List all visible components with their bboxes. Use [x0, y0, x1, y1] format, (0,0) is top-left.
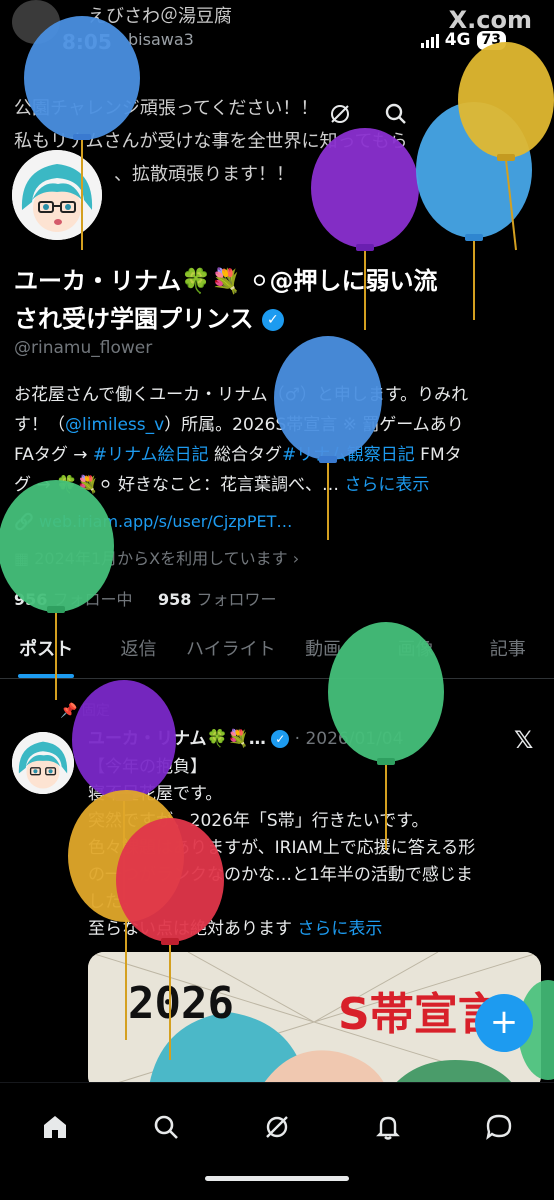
verified-badge-icon: ✓ — [271, 730, 290, 748]
profile-avatar[interactable] — [12, 150, 102, 240]
hashtag-link[interactable]: #リナム絵日記 — [93, 445, 209, 465]
nav-grok[interactable] — [249, 1099, 305, 1155]
profile-tabs: ポスト 返信 ハイライト 動画 画像 記事 — [0, 622, 554, 679]
followers-count: 958 — [157, 590, 192, 609]
network-label: 4G — [444, 30, 471, 50]
banner-avatar — [12, 0, 60, 44]
grok-button[interactable] — [322, 96, 358, 132]
compose-post-button[interactable]: + — [475, 994, 533, 1052]
post-line: 突然ですが、2026年「S帯」行きたいです。 — [88, 811, 429, 831]
post-line: 【今年の抱負】 — [88, 757, 207, 777]
post-line: した。 — [88, 892, 139, 912]
following-stat[interactable]: 956 フォロー中 — [14, 590, 133, 609]
status-time: 8:05 — [62, 30, 112, 54]
chevron-right-icon: › — [292, 549, 300, 568]
post-author[interactable]: ユーカ・リナム🍀💐… — [88, 729, 266, 749]
avatar-illustration — [12, 150, 102, 240]
messages-icon — [485, 1114, 511, 1140]
x-logo-icon: 𝕏 — [514, 726, 534, 754]
pinned-label: 固定 — [81, 703, 110, 719]
hashtag-link[interactable]: #リナム観察日記 — [282, 445, 415, 465]
home-indicator — [205, 1176, 349, 1181]
grok-icon — [266, 1116, 288, 1138]
profile-website[interactable]: 🔗 web.iriam.app/s/user/CjzpPET… — [14, 512, 292, 531]
bio-text: す！（ — [14, 415, 65, 435]
post-header: ユーカ・リナム🍀💐… ✓ · 2026/01/04 — [88, 728, 403, 750]
joined-text: 2024年1月からXを利用しています — [34, 549, 288, 568]
post-avatar[interactable] — [12, 732, 74, 794]
post-body: 【今年の抱負】 寝不足花屋です。 突然ですが、2026年「S帯」行きたいです。 … — [88, 754, 538, 943]
tab-images[interactable]: 画像 — [369, 622, 461, 678]
tab-posts[interactable]: ポスト — [0, 622, 92, 678]
verified-badge-icon[interactable]: ✓ — [261, 309, 284, 331]
nav-notifications[interactable] — [360, 1099, 416, 1155]
bio-text: 総合タグ — [208, 445, 283, 465]
tab-videos[interactable]: 動画 — [277, 622, 369, 678]
name-line: され受け学園プリンス — [14, 305, 254, 333]
following-count: 956 — [14, 590, 48, 609]
home-icon — [44, 1116, 67, 1138]
banner-handle: bisawa3 — [128, 30, 194, 49]
image-text-year: 2026 — [128, 978, 234, 1029]
bio-text: FMタ — [414, 445, 462, 465]
follow-stats: 956 フォロー中 958 フォロワー — [14, 586, 276, 610]
post-line: 至らない点は絶対あります — [88, 919, 292, 939]
post-image[interactable]: 2026 S帯宣言 — [88, 952, 541, 1092]
following-label: フォロー中 — [52, 590, 133, 609]
pin-icon: 📌 — [60, 703, 78, 719]
status-indicators: 4G 73 — [420, 30, 506, 50]
profile-bio: お花屋さんで働くユーカ・リナム（♂）と申します。りみれ す！（@limiless… — [14, 380, 534, 500]
website-link[interactable]: web.iriam.app/s/user/CjzpPET… — [39, 512, 292, 531]
bio-text: ）所属。2026S帯宣言 ※ 罰ゲームあり — [164, 415, 464, 435]
tab-articles[interactable]: 記事 — [462, 622, 554, 678]
name-line: ユーカ・リナム🍀💐 ⚪︎@押しに弱い流 — [14, 267, 438, 295]
bio-text: グ → 🍀💐⚪︎ 好きなこと：花言葉調べ、… — [14, 475, 345, 495]
profile-joined[interactable]: ▦ 2024年1月からXを利用しています › — [14, 545, 299, 569]
show-more-link[interactable]: さらに表示 — [297, 919, 382, 939]
avatar-illustration — [12, 732, 74, 794]
post-date: · 2026/01/04 — [294, 729, 404, 749]
followers-label: フォロワー — [196, 590, 277, 609]
nav-search[interactable] — [138, 1099, 194, 1155]
notifications-icon — [375, 1116, 400, 1140]
post-line: の一つがランクなのかな…と1年半の活動で感じま — [88, 865, 473, 885]
link-icon: 🔗 — [14, 512, 34, 531]
banner-name: えびさわ＠湯豆腐 — [88, 6, 232, 27]
profile-handle: @rinamu_flower — [14, 338, 153, 358]
bio-line: お花屋さんで働くユーカ・リナム（♂）と申します。りみれ — [14, 385, 469, 405]
calendar-icon: ▦ — [14, 549, 30, 568]
nav-home[interactable] — [27, 1099, 83, 1155]
search-icon — [385, 103, 406, 124]
bottom-navigation — [0, 1082, 554, 1200]
grok-icon — [331, 105, 349, 123]
profile-display-name: ユーカ・リナム🍀💐 ⚪︎@押しに弱い流 され受け学園プリンス ✓ — [14, 262, 534, 338]
signal-icon — [420, 32, 439, 48]
quote-line: 公園チャレンジ頑張ってください！！ — [14, 98, 319, 119]
battery-indicator: 73 — [476, 30, 506, 50]
bio-text: FAタグ → — [14, 445, 93, 465]
search-icon — [154, 1115, 179, 1139]
tab-replies[interactable]: 返信 — [92, 622, 184, 678]
post-line: 色々課題はありますが、IRIAM上で応援に答える形 — [88, 838, 476, 858]
show-more-link[interactable]: さらに表示 — [344, 475, 429, 495]
pinned-indicator: 📌 固定 — [60, 700, 110, 720]
followers-stat[interactable]: 958 フォロワー — [158, 590, 277, 609]
post-line: 寝不足花屋です。 — [88, 784, 223, 804]
tab-highlights[interactable]: ハイライト — [185, 622, 277, 678]
mention-link[interactable]: @limiless_v — [65, 415, 164, 435]
nav-messages[interactable] — [471, 1099, 527, 1155]
quote-line: 私もリナムさんが受けな事を全世界に知ってもら — [14, 131, 408, 152]
search-button[interactable] — [378, 96, 414, 132]
